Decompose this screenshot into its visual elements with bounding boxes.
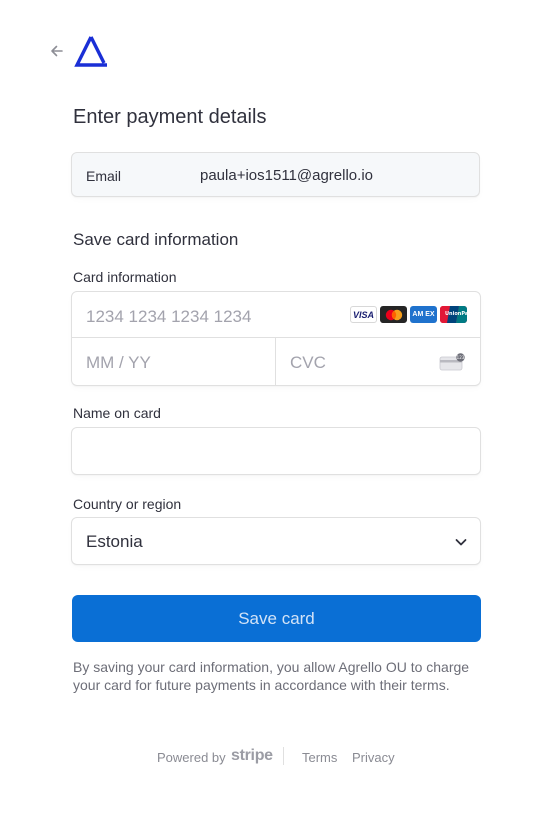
card-information-group: 1234 1234 1234 1234 VISA AM EX UnionPay xyxy=(71,291,481,386)
privacy-link[interactable]: Privacy xyxy=(352,750,395,765)
card-number-input[interactable]: 1234 1234 1234 1234 VISA AM EX UnionPay xyxy=(72,292,480,338)
stripe-logo[interactable]: stripe xyxy=(231,747,273,765)
powered-by-label: Powered by xyxy=(157,750,226,765)
cvc-input[interactable]: CVC 123 xyxy=(276,338,480,385)
disclaimer-text: By saving your card information, you all… xyxy=(73,659,470,693)
email-label: Email xyxy=(86,168,122,184)
svg-text:UnionPay: UnionPay xyxy=(445,311,467,317)
cvc-placeholder: CVC xyxy=(290,353,326,372)
name-on-card-label: Name on card xyxy=(73,405,161,421)
section-title: Save card information xyxy=(73,230,239,249)
country-selected-value: Estonia xyxy=(86,532,143,551)
svg-text:123: 123 xyxy=(457,355,465,360)
expiry-input[interactable]: MM / YY xyxy=(72,338,276,385)
page-title: Enter payment details xyxy=(73,106,267,128)
terms-link[interactable]: Terms xyxy=(302,750,337,765)
save-card-button[interactable]: Save card xyxy=(72,595,481,642)
expiry-placeholder: MM / YY xyxy=(86,353,151,372)
agrello-logo-icon xyxy=(74,36,107,67)
country-select[interactable]: Estonia xyxy=(71,517,481,565)
visa-icon: VISA xyxy=(350,306,377,323)
chevron-down-icon xyxy=(455,539,467,546)
country-label: Country or region xyxy=(73,496,182,512)
card-information-label: Card information xyxy=(73,269,177,285)
card-brand-icons: VISA AM EX UnionPay xyxy=(350,306,467,323)
footer-divider xyxy=(283,747,284,765)
email-value: paula+ios1511@agrello.io xyxy=(200,167,373,184)
amex-icon: AM EX xyxy=(410,306,437,323)
mastercard-icon xyxy=(380,306,407,323)
footer: Powered by stripe Terms Privacy xyxy=(0,747,540,767)
unionpay-icon: UnionPay xyxy=(440,306,467,323)
card-number-placeholder: 1234 1234 1234 1234 xyxy=(86,307,252,326)
cvc-card-icon: 123 xyxy=(439,353,465,371)
arrow-left-icon[interactable] xyxy=(49,43,65,59)
name-on-card-input[interactable] xyxy=(71,427,481,475)
email-field: Email paula+ios1511@agrello.io xyxy=(71,152,480,197)
